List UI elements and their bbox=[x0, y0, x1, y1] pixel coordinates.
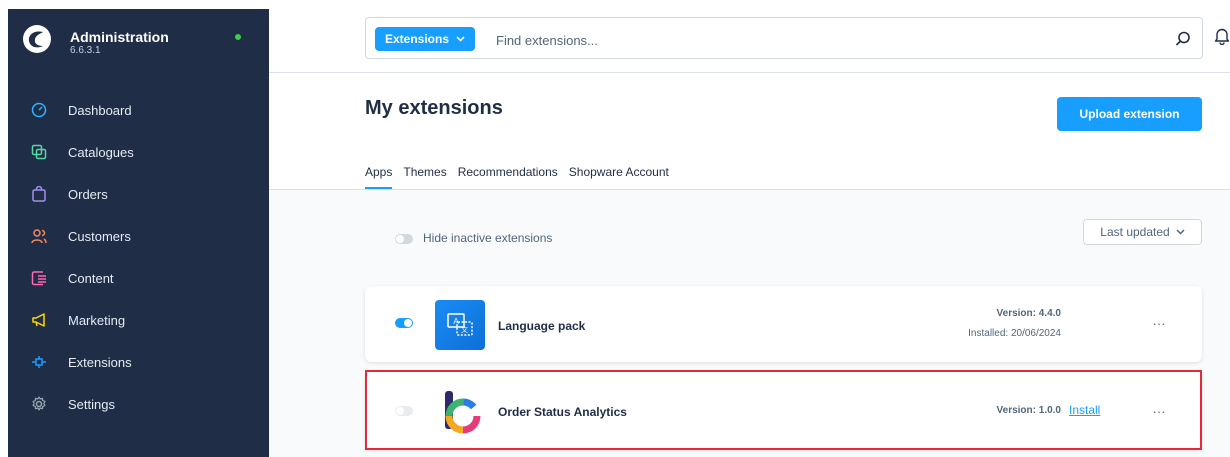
sidebar-item-customers[interactable]: Customers bbox=[8, 215, 269, 257]
extensions-icon bbox=[30, 353, 48, 371]
sidebar-item-label: Content bbox=[68, 270, 114, 286]
global-search: Extensions bbox=[365, 17, 1203, 59]
tab-themes[interactable]: Themes bbox=[403, 165, 446, 189]
sidebar-item-label: Marketing bbox=[68, 312, 126, 328]
sidebar-item-label: Settings bbox=[68, 396, 115, 412]
search-type-label: Extensions bbox=[385, 32, 450, 46]
extension-active-toggle[interactable] bbox=[395, 406, 413, 416]
order-status-analytics-icon bbox=[435, 386, 485, 436]
sidebar-item-content[interactable]: Content bbox=[8, 257, 269, 299]
sidebar-item-catalogues[interactable]: Catalogues bbox=[8, 131, 269, 173]
search-input[interactable] bbox=[494, 28, 1138, 52]
language-pack-icon: A 文 bbox=[435, 300, 485, 350]
sidebar-nav: Dashboard Catalogues Orders Customers Co… bbox=[8, 89, 269, 425]
install-link[interactable]: Install bbox=[1069, 403, 1100, 417]
settings-icon bbox=[30, 395, 48, 413]
sidebar-item-dashboard[interactable]: Dashboard bbox=[8, 89, 269, 131]
tab-shopware-account[interactable]: Shopware Account bbox=[569, 165, 669, 189]
sidebar-item-label: Customers bbox=[68, 228, 131, 244]
toggle-knob bbox=[396, 407, 404, 415]
chevron-down-icon bbox=[456, 36, 465, 42]
page-title: My extensions bbox=[365, 97, 503, 119]
sidebar: Administration 6.6.3.1 Dashboard Catalog… bbox=[8, 9, 269, 457]
extension-name: Language pack bbox=[498, 319, 586, 333]
sidebar-item-settings[interactable]: Settings bbox=[8, 383, 269, 425]
upload-extension-button[interactable]: Upload extension bbox=[1057, 97, 1202, 131]
extension-active-toggle[interactable] bbox=[395, 318, 413, 328]
hide-inactive-label: Hide inactive extensions bbox=[423, 231, 553, 245]
products-icon bbox=[30, 143, 48, 161]
search-type-dropdown[interactable]: Extensions bbox=[375, 27, 476, 51]
sidebar-item-label: Dashboard bbox=[68, 102, 132, 118]
extension-version: Version: 1.0.0 bbox=[996, 405, 1061, 416]
extension-version: Version: 4.4.0 bbox=[996, 308, 1061, 319]
online-status-dot bbox=[235, 34, 241, 40]
toggle-knob bbox=[396, 235, 404, 243]
dashboard-icon bbox=[30, 101, 48, 119]
tab-apps[interactable]: Apps bbox=[365, 165, 393, 189]
sidebar-item-marketing[interactable]: Marketing bbox=[8, 299, 269, 341]
hide-inactive-toggle[interactable] bbox=[395, 234, 413, 244]
sidebar-brand[interactable]: Administration 6.6.3.1 bbox=[8, 9, 269, 69]
extension-name: Order Status Analytics bbox=[498, 405, 627, 419]
extension-card-order-status-analytics: Order Status Analytics Version: 1.0.0 In… bbox=[365, 372, 1202, 450]
sidebar-item-orders[interactable]: Orders bbox=[8, 173, 269, 215]
top-bar: Extensions bbox=[269, 0, 1230, 73]
sidebar-item-extensions[interactable]: Extensions bbox=[8, 341, 269, 383]
sort-dropdown[interactable]: Last updated bbox=[1083, 219, 1202, 245]
extension-tabs: Apps Themes Recommendations Shopware Acc… bbox=[365, 165, 669, 189]
tab-recommendations[interactable]: Recommendations bbox=[458, 165, 558, 189]
search-icon[interactable] bbox=[1174, 30, 1192, 48]
extension-more-actions-button[interactable]: ··· bbox=[1149, 317, 1169, 334]
sidebar-item-label: Catalogues bbox=[68, 144, 134, 160]
notification-bell-icon[interactable] bbox=[1214, 27, 1230, 45]
chevron-down-icon bbox=[1176, 229, 1185, 235]
shopware-logo-icon bbox=[23, 25, 51, 53]
customers-icon bbox=[30, 227, 48, 245]
svg-text:文: 文 bbox=[461, 325, 468, 334]
app-version: 6.6.3.1 bbox=[70, 45, 101, 56]
sidebar-item-label: Extensions bbox=[68, 354, 132, 370]
extensions-content: Hide inactive extensions Last updated A … bbox=[269, 190, 1230, 457]
app-title: Administration bbox=[70, 29, 169, 45]
content-icon bbox=[30, 269, 48, 287]
marketing-icon bbox=[30, 311, 48, 329]
toggle-knob bbox=[404, 319, 412, 327]
extension-installed-date: Installed: 20/06/2024 bbox=[968, 328, 1061, 339]
sidebar-item-label: Orders bbox=[68, 186, 108, 202]
shopping-bag-icon bbox=[30, 185, 48, 203]
sort-label: Last updated bbox=[1100, 225, 1170, 239]
extension-card-language-pack: A 文 Language pack Version: 4.4.0 Install… bbox=[365, 286, 1202, 362]
extension-more-actions-button[interactable]: ··· bbox=[1149, 405, 1169, 422]
